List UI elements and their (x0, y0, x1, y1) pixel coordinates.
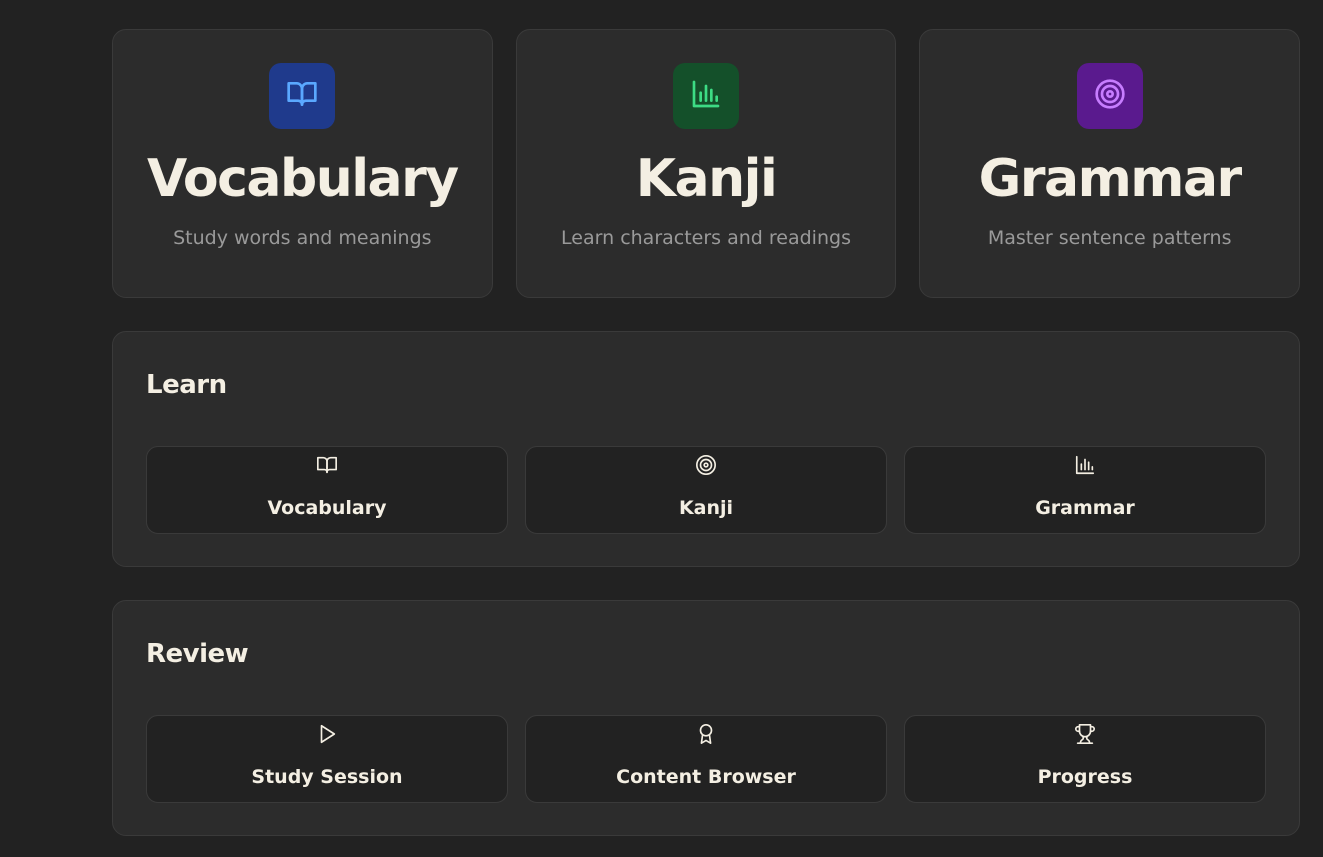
study-session-label: Study Session (251, 766, 403, 788)
book-open-icon (286, 78, 318, 114)
review-panel: Review Study Session Content Browser Pro… (112, 600, 1300, 836)
vocabulary-card[interactable]: Vocabulary Study words and meanings (112, 29, 493, 298)
vocabulary-card-subtitle: Study words and meanings (173, 227, 432, 249)
progress-label: Progress (1037, 766, 1133, 788)
learn-buttons: Vocabulary Kanji Grammar (146, 446, 1266, 534)
play-icon (315, 722, 339, 746)
learn-grammar-button[interactable]: Grammar (904, 446, 1266, 534)
grammar-icon-tile (1076, 63, 1143, 129)
bar-chart-icon (690, 78, 722, 114)
kanji-card[interactable]: Kanji Learn characters and readings (515, 29, 897, 298)
kanji-card-title: Kanji (635, 149, 778, 209)
category-cards: Vocabulary Study words and meanings Kanj… (112, 29, 1301, 298)
trophy-icon (1073, 722, 1097, 746)
learn-panel: Learn Vocabulary Kanji Grammar (112, 331, 1300, 567)
content-browser-button[interactable]: Content Browser (525, 715, 887, 803)
target-icon (694, 453, 718, 477)
learn-kanji-button[interactable]: Kanji (525, 446, 887, 534)
progress-button[interactable]: Progress (904, 715, 1266, 803)
learn-grammar-label: Grammar (1035, 497, 1135, 519)
learn-kanji-label: Kanji (678, 497, 734, 519)
grammar-card[interactable]: Grammar Master sentence patterns (919, 29, 1301, 298)
kanji-icon-tile (673, 63, 739, 129)
book-open-icon (315, 453, 339, 477)
learn-panel-title: Learn (146, 370, 227, 400)
vocabulary-icon-tile (269, 63, 336, 129)
study-session-button[interactable]: Study Session (146, 715, 508, 803)
target-icon (1094, 78, 1126, 114)
vocabulary-card-title: Vocabulary (146, 149, 459, 209)
review-panel-title: Review (146, 639, 249, 669)
bar-chart-icon (1073, 453, 1097, 477)
award-icon (694, 722, 718, 746)
learn-vocabulary-button[interactable]: Vocabulary (146, 446, 508, 534)
learn-vocabulary-label: Vocabulary (267, 497, 387, 519)
grammar-card-title: Grammar (978, 149, 1243, 209)
kanji-card-subtitle: Learn characters and readings (561, 227, 851, 249)
content-browser-label: Content Browser (616, 766, 796, 788)
grammar-card-subtitle: Master sentence patterns (987, 227, 1232, 249)
review-buttons: Study Session Content Browser Progress (146, 715, 1266, 803)
dashboard: Vocabulary Study words and meanings Kanj… (0, 0, 1323, 857)
